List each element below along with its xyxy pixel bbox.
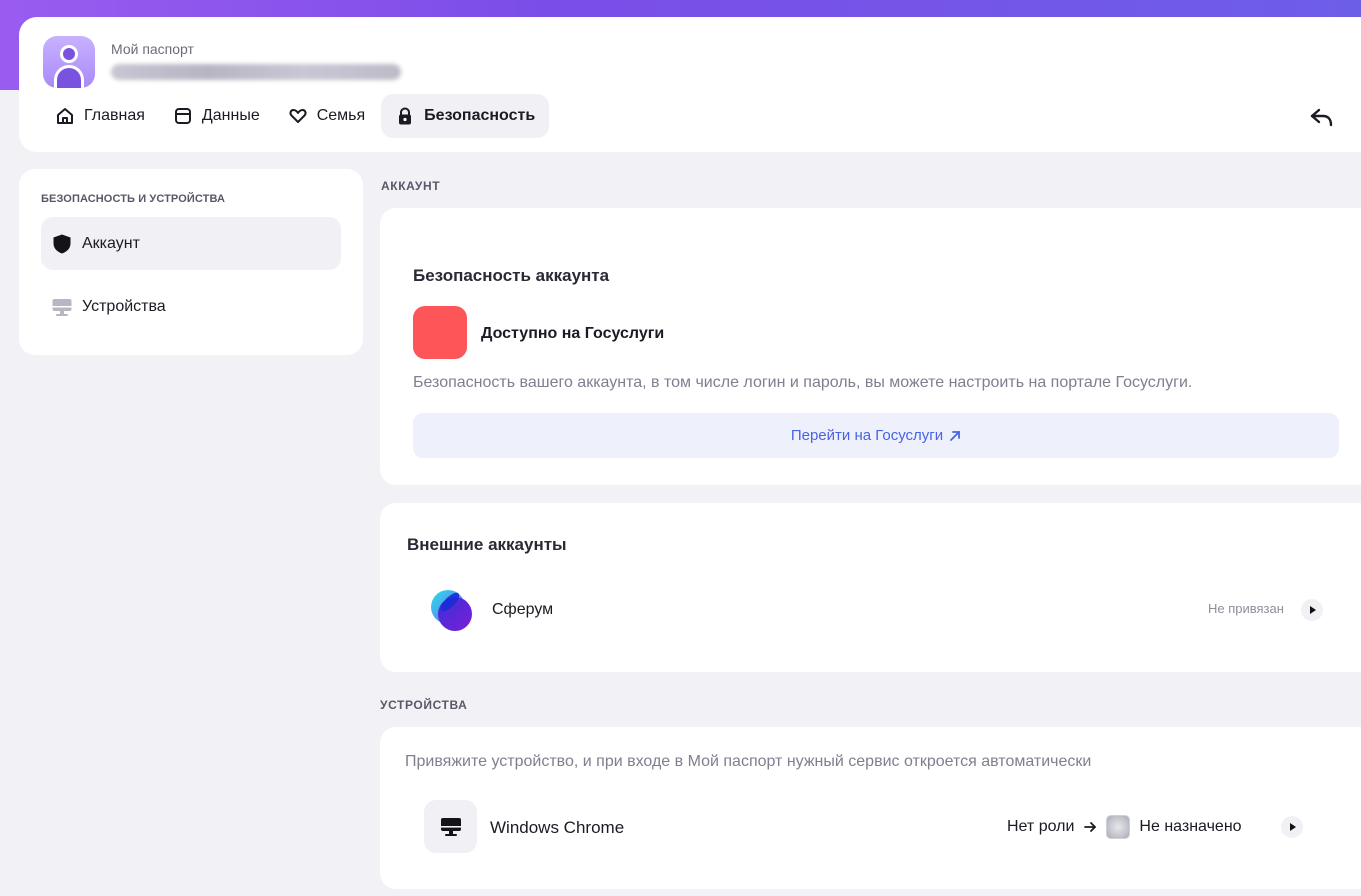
device-open-button[interactable] — [1281, 816, 1303, 838]
nav-label-security: Безопасность — [424, 107, 536, 124]
heart-icon — [289, 109, 307, 123]
external-account-open-button[interactable] — [1301, 599, 1323, 621]
monitor-icon — [52, 298, 72, 316]
device-name: Windows Chrome — [490, 818, 625, 837]
reply-arrow-icon[interactable] — [1309, 105, 1335, 131]
go-to-gosuslugi-label: Перейти на Госуслуги — [790, 427, 944, 444]
nav-item-family[interactable]: Семья — [276, 94, 377, 138]
arrow-right-icon — [1084, 822, 1097, 832]
card-title: Внешние аккаунты — [407, 535, 567, 554]
avatar[interactable] — [43, 36, 95, 88]
role-from: Нет роли — [1007, 818, 1075, 835]
nav-label-home: Главная — [84, 107, 145, 124]
folder-icon — [174, 108, 191, 124]
sferum-logo — [431, 590, 472, 631]
main-nav: Главная Данные Семья Безопасность — [43, 94, 553, 138]
gosuslugi-description: Безопасность вашего аккаунта, в том числ… — [413, 374, 1193, 391]
sidebar: БЕЗОПАСНОСТЬ И УСТРОЙСТВА Аккаунт Устрой… — [19, 169, 363, 355]
devices-card: Привяжите устройство, и при входе в Мой … — [380, 727, 1361, 889]
sidebar-item-label: Устройства — [82, 297, 166, 315]
external-accounts-card: Внешние аккаунты Сферум Не привязан — [380, 503, 1361, 672]
arrow-up-right-icon — [950, 430, 961, 441]
nav-item-security[interactable]: Безопасность — [381, 94, 550, 138]
card-title: Безопасность аккаунта — [413, 266, 610, 285]
nav-label-data: Данные — [201, 107, 260, 124]
shield-icon — [53, 234, 71, 253]
account-security-card: Безопасность аккаунта Доступно на Госусл… — [380, 208, 1361, 485]
avatar-head — [60, 45, 78, 63]
go-to-gosuslugi-button[interactable]: Перейти на Госуслуги — [413, 413, 1339, 458]
nav-item-home[interactable]: Главная — [43, 94, 157, 138]
external-account-name: Сферум — [492, 601, 554, 618]
app-title: Мой паспорт — [111, 41, 194, 57]
home-icon — [57, 108, 73, 124]
device-icon-box — [424, 800, 477, 853]
external-account-status: Не привязан — [1208, 601, 1284, 616]
lock-icon — [399, 107, 412, 125]
sidebar-item-account[interactable]: Аккаунт — [41, 217, 341, 270]
gosuslugi-icon — [413, 306, 467, 359]
sidebar-item-label: Аккаунт — [82, 234, 140, 252]
sidebar-item-devices[interactable]: Устройства — [41, 280, 341, 333]
avatar-body — [54, 65, 84, 88]
section-title-account: АККАУНТ — [381, 179, 441, 193]
nav-label-family: Семья — [316, 107, 366, 124]
sidebar-section-label: БЕЗОПАСНОСТЬ И УСТРОЙСТВА — [41, 193, 225, 205]
gosuslugi-title: Доступно на Госуслуги — [481, 325, 665, 342]
devices-hint: Привяжите устройство, и при входе в Мой … — [405, 753, 1092, 770]
app-header: Мой паспорт Главная Данные Семья Безопас… — [19, 17, 1361, 152]
role-to: Не назначено — [1139, 818, 1242, 835]
section-title-devices: УСТРОЙСТВА — [380, 698, 468, 712]
service-thumbnail — [1106, 815, 1131, 839]
user-name-blurred — [111, 64, 401, 80]
nav-item-data[interactable]: Данные — [161, 94, 272, 138]
device-role-row[interactable]: Нет роли Не назначено — [1007, 815, 1242, 839]
monitor-icon — [440, 817, 461, 836]
